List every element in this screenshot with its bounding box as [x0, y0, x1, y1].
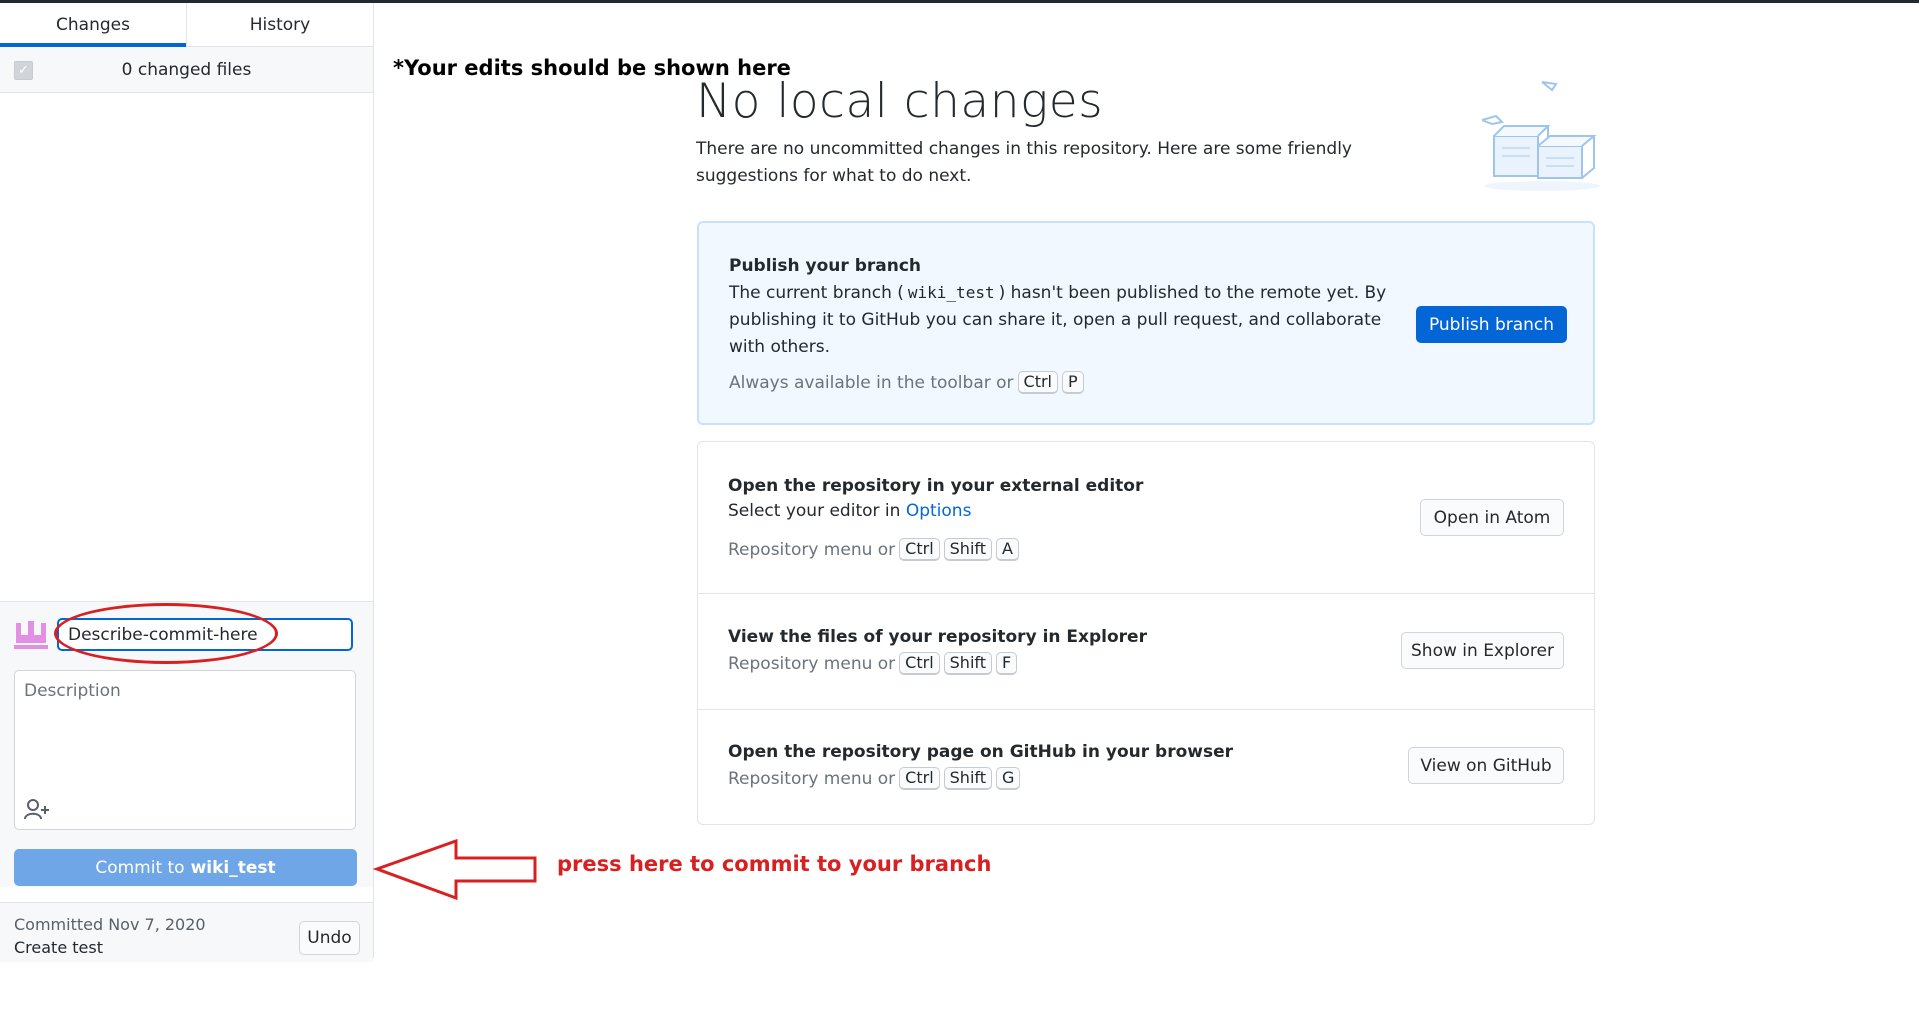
- kbd-ctrl: Ctrl: [899, 652, 940, 675]
- empty-state-illustration-icon: [1482, 81, 1600, 191]
- changed-files-header: ✓ 0 changed files: [0, 47, 373, 93]
- editor-hint-text: Repository menu or: [728, 539, 896, 560]
- publish-branch-name: wiki_test: [907, 283, 995, 302]
- commit-button-prefix: Commit to: [95, 857, 185, 878]
- kbd-a: A: [996, 538, 1019, 561]
- add-coauthor-icon[interactable]: [24, 798, 50, 820]
- undo-button[interactable]: Undo: [299, 921, 360, 955]
- kbd-f: F: [996, 652, 1018, 675]
- show-in-explorer-button[interactable]: Show in Explorer: [1401, 632, 1564, 669]
- avatar: [14, 621, 48, 649]
- annotation-ellipse: [54, 603, 278, 664]
- annotation-commit-note: press here to commit to your branch: [557, 852, 992, 876]
- kbd-ctrl: Ctrl: [899, 538, 940, 561]
- github-title: Open the repository page on GitHub in yo…: [728, 742, 1234, 762]
- kbd-shift: Shift: [943, 767, 993, 790]
- annotation-arrow-icon: [372, 838, 537, 901]
- explorer-hint-text: Repository menu or: [728, 653, 896, 674]
- editor-title: Open the repository in your external edi…: [728, 476, 1144, 496]
- kbd-ctrl: Ctrl: [899, 767, 940, 790]
- tab-changes[interactable]: Changes: [0, 3, 186, 47]
- open-in-atom-button[interactable]: Open in Atom: [1420, 499, 1564, 536]
- description-placeholder: Description: [24, 681, 121, 701]
- editor-text-label: Select your editor in: [728, 501, 901, 521]
- last-commit-message: Create test: [14, 938, 103, 957]
- kbd-p: P: [1062, 371, 1084, 394]
- github-hint-text: Repository menu or: [728, 768, 896, 789]
- options-link[interactable]: Options: [906, 501, 972, 521]
- commit-description-input[interactable]: Description: [14, 670, 356, 830]
- suggestions-card: Open the repository in your external edi…: [697, 441, 1595, 825]
- open-editor-suggestion: Open the repository in your external edi…: [698, 442, 1594, 593]
- publish-title: Publish your branch: [729, 256, 921, 276]
- changed-files-count: 0 changed files: [121, 59, 252, 80]
- kbd-g: G: [996, 767, 1021, 790]
- show-in-explorer-suggestion: View the files of your repository in Exp…: [698, 593, 1594, 709]
- editor-hint: Repository menu or Ctrl Shift A: [728, 538, 1019, 561]
- github-hint: Repository menu or Ctrl Shift G: [728, 767, 1021, 790]
- page-title: No local changes: [696, 74, 1104, 129]
- publish-hint: Always available in the toolbar or Ctrl …: [729, 371, 1084, 394]
- commit-button-branch: wiki_test: [190, 857, 276, 878]
- publish-text: The current branch (wiki_test) hasn't be…: [729, 279, 1389, 361]
- kbd-shift: Shift: [943, 652, 993, 675]
- kbd-ctrl: Ctrl: [1017, 371, 1058, 394]
- publish-branch-card: Publish your branch The current branch (…: [697, 221, 1595, 425]
- commit-button[interactable]: Commit to wiki_test: [14, 849, 357, 886]
- editor-text: Select your editor in Options: [728, 498, 971, 525]
- publish-branch-button[interactable]: Publish branch: [1416, 306, 1567, 343]
- publish-text-before: The current branch (: [729, 283, 904, 303]
- last-commit-date: Committed Nov 7, 2020: [14, 915, 206, 934]
- view-on-github-suggestion: Open the repository page on GitHub in yo…: [698, 709, 1594, 824]
- sidebar: Changes History ✓ 0 changed files Descri…: [0, 3, 374, 962]
- page-subtitle: There are no uncommitted changes in this…: [696, 139, 1352, 186]
- kbd-shift: Shift: [943, 538, 993, 561]
- tab-history[interactable]: History: [186, 3, 373, 46]
- select-all-checkbox[interactable]: ✓: [14, 61, 33, 80]
- explorer-hint: Repository menu or Ctrl Shift F: [728, 652, 1018, 675]
- view-on-github-button[interactable]: View on GitHub: [1408, 747, 1564, 784]
- explorer-title: View the files of your repository in Exp…: [728, 627, 1147, 647]
- last-commit-panel: Committed Nov 7, 2020 Create test Undo: [0, 902, 373, 962]
- publish-hint-text: Always available in the toolbar or: [729, 372, 1014, 393]
- sidebar-tabs: Changes History: [0, 3, 373, 47]
